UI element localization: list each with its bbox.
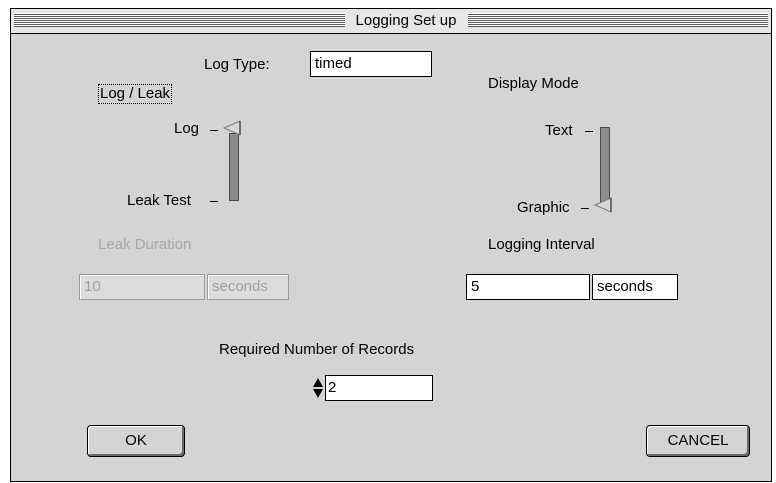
logging-interval-unit[interactable]: seconds (592, 274, 678, 300)
records-stepper[interactable] (312, 375, 324, 401)
title-bar-stripes-left (14, 13, 345, 27)
cancel-button[interactable]: CANCEL (646, 425, 750, 457)
leak-duration-unit[interactable]: seconds (207, 274, 289, 300)
window-title: Logging Set up (355, 12, 457, 29)
log-leak-group-label: Log / Leak (98, 84, 173, 104)
display-mode-label: Display Mode (488, 75, 579, 92)
slider-option-graphic[interactable]: Graphic (517, 199, 570, 216)
logging-setup-dialog: Logging Set up Log Type: timed Log / Lea… (10, 8, 772, 482)
display-mode-slider-thumb[interactable] (593, 197, 613, 217)
leak-duration-field[interactable]: 10 (79, 274, 205, 300)
slider-tick-graphic (581, 208, 589, 209)
ok-button[interactable]: OK (87, 425, 185, 457)
leak-duration-label: Leak Duration (98, 236, 192, 253)
slider-tick-leak-test (210, 201, 218, 202)
title-bar-stripes-right (468, 13, 768, 27)
log-leak-slider-thumb[interactable] (222, 120, 242, 140)
logging-interval-label: Logging Interval (488, 236, 595, 253)
log-type-field[interactable]: timed (310, 51, 432, 77)
display-mode-slider-track[interactable] (600, 127, 610, 205)
slider-option-text[interactable]: Text (545, 122, 573, 139)
logging-interval-field[interactable]: 5 (466, 274, 590, 300)
stepper-down-icon (313, 389, 323, 398)
records-label: Required Number of Records (219, 341, 415, 358)
log-leak-slider-track[interactable] (229, 133, 239, 201)
slider-tick-text (585, 131, 593, 132)
stepper-up-icon (313, 378, 323, 387)
slider-option-log[interactable]: Log (174, 120, 199, 137)
slider-tick-log (210, 130, 218, 131)
title-bar[interactable]: Logging Set up (11, 9, 771, 34)
log-type-label: Log Type: (204, 56, 270, 73)
slider-option-leak-test[interactable]: Leak Test (127, 192, 191, 209)
records-field[interactable]: 2 (325, 375, 433, 401)
